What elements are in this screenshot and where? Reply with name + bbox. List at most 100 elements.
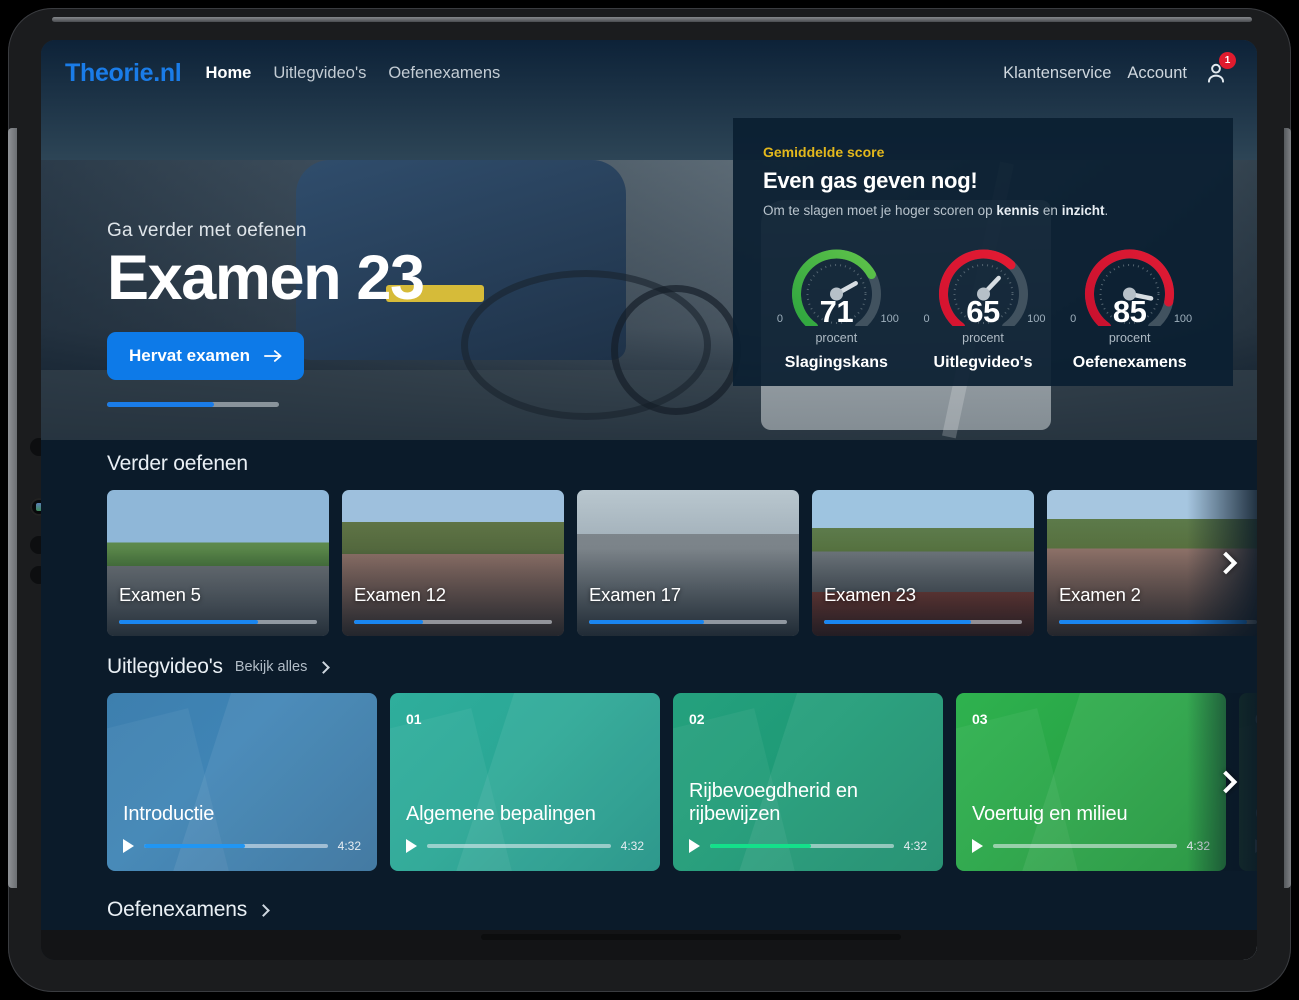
device-edge-top [52, 17, 1252, 22]
play-icon[interactable] [972, 839, 983, 853]
exam-card-title: Examen 5 [119, 584, 201, 605]
resume-exam-label: Hervat examen [129, 346, 250, 366]
exam-carousel[interactable]: Examen 5 Examen 12 Examen 17 Examen 23 E… [41, 490, 1257, 636]
exam-card-title: Examen 2 [1059, 584, 1141, 605]
video-title: Introductie [123, 803, 215, 826]
video-footer: 4:32 [406, 839, 644, 853]
section-header-uitlegvideos: Uitlegvideo's Bekijk alles [41, 655, 1257, 679]
chevron-right-icon[interactable] [257, 903, 270, 917]
exam-card[interactable]: Examen 5 [107, 490, 329, 636]
gauge-unit: procent [962, 331, 1004, 345]
nav-item-klantenservice[interactable]: Klantenservice [1003, 64, 1111, 83]
play-icon[interactable] [123, 839, 134, 853]
chevron-right-icon [1214, 770, 1238, 794]
carousel-next-button-exams[interactable] [1211, 540, 1241, 586]
exam-card[interactable]: Examen 23 [812, 490, 1034, 636]
exam-card-title: Examen 12 [354, 584, 446, 605]
exam-progress-fill [1059, 619, 1248, 624]
video-footer: 4:32 [1255, 839, 1257, 853]
gauge-value: 65 [966, 294, 1000, 329]
gauge-label: Slagingskans [784, 354, 888, 371]
exam-card-title: Examen 17 [589, 584, 681, 605]
video-progress-bar[interactable] [144, 844, 328, 848]
section-title: Verder oefenen [107, 452, 248, 475]
gauge-value: 85 [1112, 294, 1147, 329]
subtitle-kennis: kennis [996, 203, 1040, 218]
nav-item-oefenexamens[interactable]: Oefenexamens [388, 64, 500, 83]
video-card[interactable]: 04 Gebruik van de weg en zo 4:32 [1239, 693, 1257, 871]
view-all-link[interactable]: Bekijk alles [235, 659, 308, 675]
notification-badge: 1 [1219, 52, 1236, 69]
browser-viewport: Theorie.nl Home Uitlegvideo's Oefenexame… [41, 40, 1257, 960]
gauge-unit: procent [815, 331, 858, 345]
video-progress-fill [710, 844, 811, 848]
video-title: Gebruik van de weg en zo [1255, 803, 1257, 827]
video-card[interactable]: Introductie 4:32 [107, 693, 377, 871]
video-number: 03 [972, 711, 988, 727]
exam-progress-fill [824, 619, 971, 624]
subtitle-inzicht: inzicht [1061, 203, 1105, 218]
resume-exam-button[interactable]: Hervat examen [107, 332, 304, 381]
section-header-verder-oefenen: Verder oefenen [41, 452, 1257, 476]
video-card[interactable]: 03 Voertuig en milieu 4:32 [956, 693, 1226, 871]
exam-progress-bar [824, 619, 1022, 624]
video-title: Rijbevoegdherid en rijbewijzen [689, 779, 858, 826]
video-carousel[interactable]: Introductie 4:32 01 Algemene bepalingen … [41, 693, 1257, 871]
video-duration: 4:32 [903, 839, 927, 853]
device-edge-right [1284, 128, 1291, 888]
subtitle-start: Om te slagen moet je hoger scoren op [763, 203, 997, 218]
video-progress-bar[interactable] [427, 844, 611, 848]
exam-rail: Examen 5 Examen 12 Examen 17 Examen 23 E… [107, 490, 1257, 636]
exam-card[interactable]: Examen 12 [342, 490, 564, 636]
video-progress-bar[interactable] [710, 844, 894, 848]
video-duration: 4:32 [337, 839, 361, 853]
exam-progress-bar [354, 619, 552, 624]
site-logo[interactable]: Theorie.nl [65, 59, 182, 88]
video-number: 04 [1255, 711, 1257, 727]
gauge-label: Oefenexamens [1072, 354, 1187, 371]
device-edge-left [8, 128, 17, 888]
top-navigation-right: Klantenservice Account 1 [1003, 52, 1236, 86]
play-icon[interactable] [406, 839, 417, 853]
play-icon[interactable] [1255, 839, 1257, 853]
score-panel-subtitle: Om te slagen moet je hoger scoren op ken… [763, 203, 1203, 218]
video-footer: 4:32 [123, 839, 361, 853]
account-button[interactable]: 1 [1203, 52, 1236, 86]
section-title: Uitlegvideo's [107, 655, 223, 678]
hero-scene-bicycle-wheel [611, 285, 741, 415]
exam-progress-fill [119, 619, 258, 624]
nav-item-uitlegvideos[interactable]: Uitlegvideo's [273, 64, 366, 83]
section-uitlegvideos: Uitlegvideo's Bekijk alles Introductie 4… [41, 635, 1257, 871]
exam-card-title: Examen 23 [824, 584, 916, 605]
exam-overlay [107, 490, 329, 636]
nav-item-home[interactable]: Home [205, 64, 251, 83]
video-duration: 4:32 [1186, 839, 1210, 853]
video-card[interactable]: 02 Rijbevoegdherid en rijbewijzen 4:32 [673, 693, 943, 871]
horizontal-scrollbar[interactable] [41, 930, 1257, 960]
gauge-label: Uitlegvideo's [933, 354, 1033, 371]
gauge-3: 0 100 85 procent Oefenexamens [1056, 240, 1203, 372]
nav-item-account[interactable]: Account [1127, 64, 1187, 83]
top-navigation-bar: Theorie.nl Home Uitlegvideo's Oefenexame… [41, 40, 1257, 106]
score-panel-eyebrow: Gemiddelde score [763, 144, 885, 160]
hero-progress-bar [107, 402, 279, 408]
gauge-1: 0 100 71 procent Slagingskans [763, 240, 910, 372]
carousel-next-button-videos[interactable] [1211, 759, 1241, 805]
video-progress-bar[interactable] [993, 844, 1177, 848]
video-number: 01 [406, 711, 422, 727]
subtitle-mid: en [1039, 203, 1062, 218]
gauge-2: 0 100 65 procent Uitlegvideo's [910, 240, 1057, 372]
exam-card[interactable]: Examen 17 [577, 490, 799, 636]
arrow-right-icon [263, 350, 282, 363]
scrollbar-thumb[interactable] [481, 934, 901, 940]
hero-eyebrow: Ga verder met oefenen [107, 220, 307, 241]
section-header-oefenexamens: Oefenexamens [41, 898, 1257, 922]
section-verder-oefenen: Verder oefenen Examen 5 Examen 12 Examen… [41, 432, 1257, 636]
hero-content: Ga verder met oefenen Examen 23 Hervat e… [107, 220, 425, 408]
video-title: Voertuig en milieu [972, 803, 1128, 826]
exam-progress-fill [354, 619, 424, 624]
play-icon[interactable] [689, 839, 700, 853]
video-card[interactable]: 01 Algemene bepalingen 4:32 [390, 693, 660, 871]
chevron-right-icon[interactable] [317, 660, 331, 674]
gauge-dial: 0 100 71 [774, 240, 899, 329]
